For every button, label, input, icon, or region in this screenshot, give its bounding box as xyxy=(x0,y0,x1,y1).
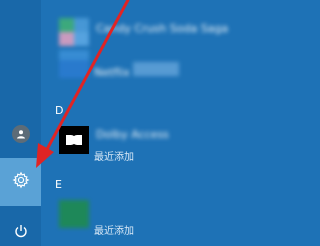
start-menu-sidebar xyxy=(0,0,41,246)
section-header-d[interactable]: D xyxy=(55,104,63,117)
user-account-button[interactable] xyxy=(0,120,41,148)
app-tile-netflix[interactable] xyxy=(59,50,89,78)
app-tile-e[interactable] xyxy=(59,200,89,228)
power-button[interactable] xyxy=(0,218,41,246)
dolby-logo-icon xyxy=(66,135,82,145)
section-header-e[interactable]: E xyxy=(55,178,62,191)
user-avatar-icon xyxy=(11,125,30,143)
settings-button[interactable] xyxy=(0,158,41,206)
app-name-dolby[interactable]: Dolby Access xyxy=(96,128,169,141)
gear-icon xyxy=(11,171,30,193)
power-icon xyxy=(14,223,28,242)
app-name-netflix[interactable]: Netflix xyxy=(94,66,130,79)
app-list: Candy Crush Soda Saga Netflix D Dolby Ac… xyxy=(41,0,303,246)
app-tile-candy-crush[interactable] xyxy=(59,18,89,46)
blurred-block xyxy=(133,62,179,76)
app-tile-dolby[interactable] xyxy=(59,126,89,154)
app-subtitle-e: 最近添加 xyxy=(94,226,134,237)
app-subtitle-dolby: 最近添加 xyxy=(94,152,134,163)
app-name-candy-crush[interactable]: Candy Crush Soda Saga xyxy=(96,22,228,35)
